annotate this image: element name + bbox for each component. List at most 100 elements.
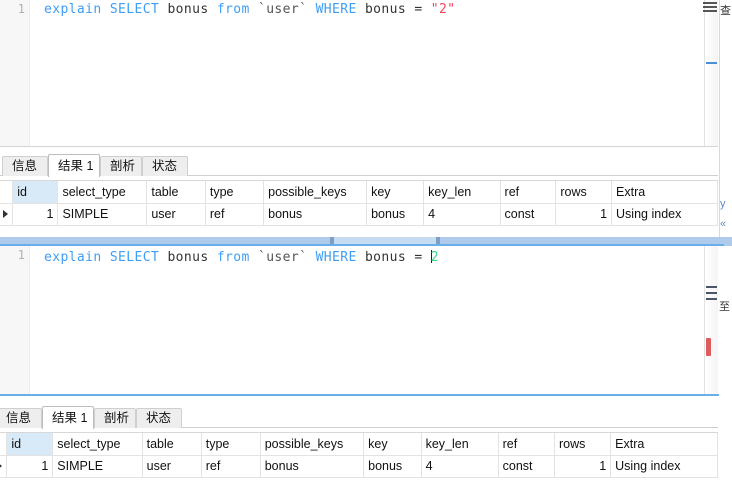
row-marker-cell[interactable] — [0, 203, 13, 225]
cell-table[interactable]: user — [147, 203, 206, 225]
code-token: SELECT — [110, 2, 159, 17]
top-results-tabstrip: 信息 结果 1 剖析 状态 — [0, 154, 718, 176]
marker-red-error — [706, 338, 711, 356]
code-token: explain — [44, 250, 102, 265]
tab-info-top[interactable]: 信息 — [2, 156, 48, 176]
current-row-triangle-icon — [3, 210, 8, 218]
code-token: bonus — [365, 250, 406, 265]
scrollbar-grip-right[interactable] — [436, 237, 440, 246]
top-editor-gutter: 1 — [0, 0, 30, 146]
col-header-possible-keys[interactable]: possible_keys — [260, 433, 363, 455]
cell-possible-keys[interactable]: bonus — [264, 203, 367, 225]
top-editor-corner-icon[interactable] — [703, 1, 717, 15]
cell-key-len[interactable]: 4 — [424, 203, 500, 225]
code-token — [307, 250, 315, 265]
code-token: explain — [44, 2, 102, 17]
code-token — [250, 250, 258, 265]
tab-result-1-top[interactable]: 结果 1 — [48, 154, 100, 177]
bottom-marker-strip[interactable] — [704, 246, 718, 394]
code-token: bonus — [167, 250, 208, 265]
code-token — [102, 250, 110, 265]
col-header-key[interactable]: key — [364, 433, 421, 455]
cell-key[interactable]: bonus — [367, 203, 424, 225]
tab-status-top[interactable]: 状态 — [142, 156, 188, 176]
col-header-key-len[interactable]: key_len — [424, 181, 500, 203]
table-row[interactable]: 1 SIMPLE user ref bonus bonus 4 const 1 … — [0, 203, 718, 225]
code-token — [357, 2, 365, 17]
col-header-key[interactable]: key — [367, 181, 424, 203]
col-header-ref[interactable]: ref — [500, 181, 556, 203]
bottom-sql-editor[interactable]: 1 explain SELECT bonus from `user` WHERE… — [0, 246, 718, 394]
col-header-possible-keys[interactable]: possible_keys — [264, 181, 367, 203]
tab-profile-top[interactable]: 剖析 — [100, 156, 142, 176]
top-marker-strip[interactable] — [704, 0, 718, 146]
code-token: SELECT — [110, 250, 159, 265]
marker-dark-2 — [706, 292, 717, 294]
tab-profile-bottom[interactable]: 剖析 — [94, 408, 136, 428]
right-side-panel-sliver[interactable]: 查 y « — [719, 0, 732, 237]
tab-status-bottom[interactable]: 状态 — [136, 408, 182, 428]
col-header-select-type[interactable]: select_type — [58, 181, 147, 203]
col-header-type[interactable]: type — [205, 181, 263, 203]
cell-key[interactable]: bonus — [364, 455, 421, 477]
cell-type[interactable]: ref — [201, 455, 260, 477]
top-header-row: id select_type table type possible_keys … — [0, 181, 718, 203]
bottom-sql-code[interactable]: explain SELECT bonus from `user` WHERE b… — [44, 250, 439, 265]
bottom-editor-gutter: 1 — [0, 246, 30, 394]
cell-type[interactable]: ref — [205, 203, 263, 225]
row-marker-cell[interactable] — [0, 455, 7, 477]
cell-ref[interactable]: const — [498, 455, 554, 477]
code-token — [250, 2, 258, 17]
side-glyph-to[interactable]: 至 — [719, 298, 732, 314]
cell-id[interactable]: 1 — [7, 455, 53, 477]
code-token: 2 — [431, 250, 439, 265]
col-header-id[interactable]: id — [7, 433, 53, 455]
cell-rows[interactable]: 1 — [554, 455, 610, 477]
cell-select-type[interactable]: SIMPLE — [58, 203, 147, 225]
col-header-select-type[interactable]: select_type — [53, 433, 142, 455]
col-header-extra[interactable]: Extra — [611, 433, 718, 455]
code-token: = — [406, 250, 431, 265]
code-token — [307, 2, 315, 17]
tab-info-bottom[interactable]: 信息 — [0, 408, 42, 428]
bottom-header-row: id select_type table type possible_keys … — [0, 433, 718, 455]
cell-rows[interactable]: 1 — [556, 203, 612, 225]
right-side-panel-sliver-lower[interactable]: 至 — [719, 246, 732, 502]
tab-result-1-bottom[interactable]: 结果 1 — [42, 406, 94, 429]
scrollbar-grip-left[interactable] — [330, 237, 334, 246]
cell-id[interactable]: 1 — [13, 203, 58, 225]
side-collapse-icon[interactable]: « — [720, 218, 732, 230]
col-header-id[interactable]: id — [13, 181, 58, 203]
table-row[interactable]: 1 SIMPLE user ref bonus bonus 4 const 1 … — [0, 455, 718, 477]
cell-ref[interactable]: const — [500, 203, 556, 225]
cell-extra[interactable]: Using index — [611, 455, 718, 477]
code-token: bonus — [365, 2, 406, 17]
col-header-extra[interactable]: Extra — [612, 181, 718, 203]
cell-table[interactable]: user — [142, 455, 201, 477]
col-header-table[interactable]: table — [147, 181, 206, 203]
col-header-rows[interactable]: rows — [554, 433, 610, 455]
cell-select-type[interactable]: SIMPLE — [53, 455, 142, 477]
side-glyph-y[interactable]: y — [720, 198, 732, 210]
cell-key-len[interactable]: 4 — [421, 455, 498, 477]
top-sql-editor[interactable]: 1 explain SELECT bonus from `user` WHERE… — [0, 0, 718, 146]
cell-possible-keys[interactable]: bonus — [260, 455, 363, 477]
col-header-ref[interactable]: ref — [498, 433, 554, 455]
marker-blue-top — [706, 62, 717, 64]
cell-extra[interactable]: Using index — [612, 203, 718, 225]
col-header-key-len[interactable]: key_len — [421, 433, 498, 455]
code-token: = — [406, 2, 431, 17]
bottom-results-tabstrip: 信息 结果 1 剖析 状态 — [0, 406, 718, 428]
bottom-line-number: 1 — [18, 248, 25, 262]
row-header-corner — [0, 181, 13, 203]
col-header-rows[interactable]: rows — [556, 181, 612, 203]
col-header-table[interactable]: table — [142, 433, 201, 455]
side-glyph-query[interactable]: 查 — [720, 2, 732, 18]
bottom-result-grid[interactable]: id select_type table type possible_keys … — [0, 432, 718, 480]
bottom-result-table: id select_type table type possible_keys … — [0, 433, 718, 478]
scrollbar-thumb[interactable] — [330, 237, 440, 246]
horizontal-scrollbar[interactable] — [0, 237, 732, 246]
top-sql-code[interactable]: explain SELECT bonus from `user` WHERE b… — [44, 2, 455, 17]
top-result-grid[interactable]: id select_type table type possible_keys … — [0, 180, 718, 228]
col-header-type[interactable]: type — [201, 433, 260, 455]
